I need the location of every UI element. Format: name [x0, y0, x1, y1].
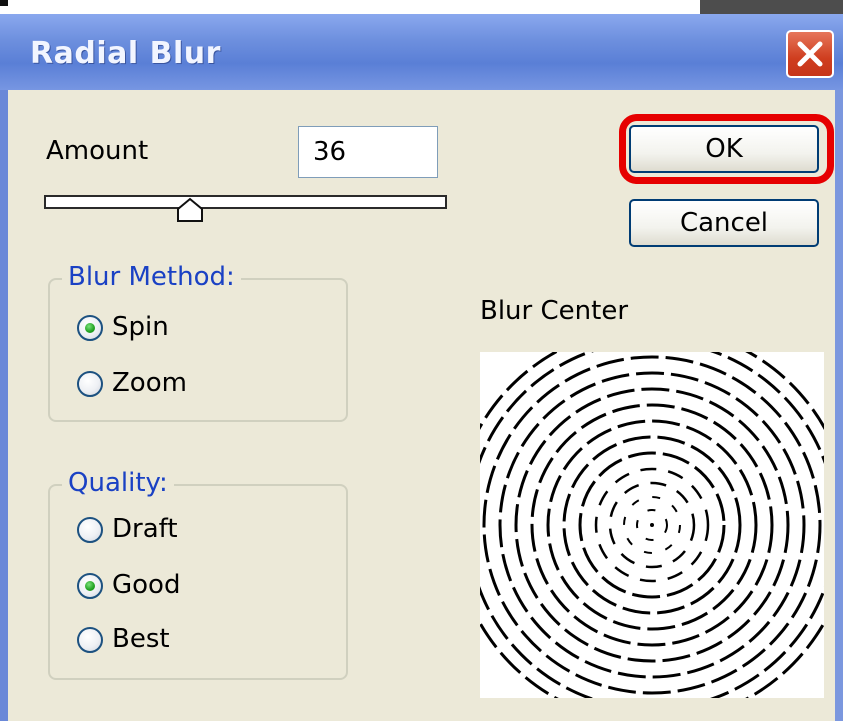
- window-corner-mark: [0, 0, 8, 6]
- spin-radio[interactable]: [77, 315, 103, 341]
- window-top-dark-area: [700, 0, 843, 14]
- amount-input[interactable]: 36: [298, 126, 438, 178]
- blur-center-label: Blur Center: [480, 296, 629, 326]
- spin-radio-dot: [85, 323, 95, 333]
- window-top-strip: [0, 0, 843, 14]
- spin-label[interactable]: Spin: [112, 312, 169, 342]
- good-radio[interactable]: [77, 573, 103, 599]
- ok-button-highlight: [619, 114, 834, 184]
- amount-slider[interactable]: [44, 195, 447, 209]
- slider-thumb-icon[interactable]: [176, 197, 204, 223]
- blur-center-preview[interactable]: [452, 325, 843, 721]
- blur-method-group: [48, 278, 348, 422]
- zoom-radio[interactable]: [77, 371, 103, 397]
- window-frame-right: [835, 90, 843, 721]
- dialog-title: Radial Blur: [30, 36, 221, 71]
- best-label[interactable]: Best: [112, 624, 170, 654]
- quality-legend: Quality:: [62, 468, 174, 498]
- zoom-label[interactable]: Zoom: [112, 368, 187, 398]
- window-frame-left: [0, 90, 8, 721]
- cancel-button[interactable]: Cancel: [629, 199, 819, 247]
- close-button[interactable]: [786, 30, 834, 78]
- blur-method-legend: Blur Method:: [62, 262, 241, 292]
- best-radio[interactable]: [77, 627, 103, 653]
- title-bar[interactable]: Radial Blur: [0, 14, 843, 90]
- good-radio-dot: [85, 581, 95, 591]
- good-label[interactable]: Good: [112, 570, 180, 600]
- amount-label: Amount: [46, 136, 149, 166]
- draft-radio[interactable]: [77, 517, 103, 543]
- draft-label[interactable]: Draft: [112, 514, 178, 544]
- radial-blur-preview-graphic: [452, 325, 843, 721]
- close-icon: [797, 41, 823, 67]
